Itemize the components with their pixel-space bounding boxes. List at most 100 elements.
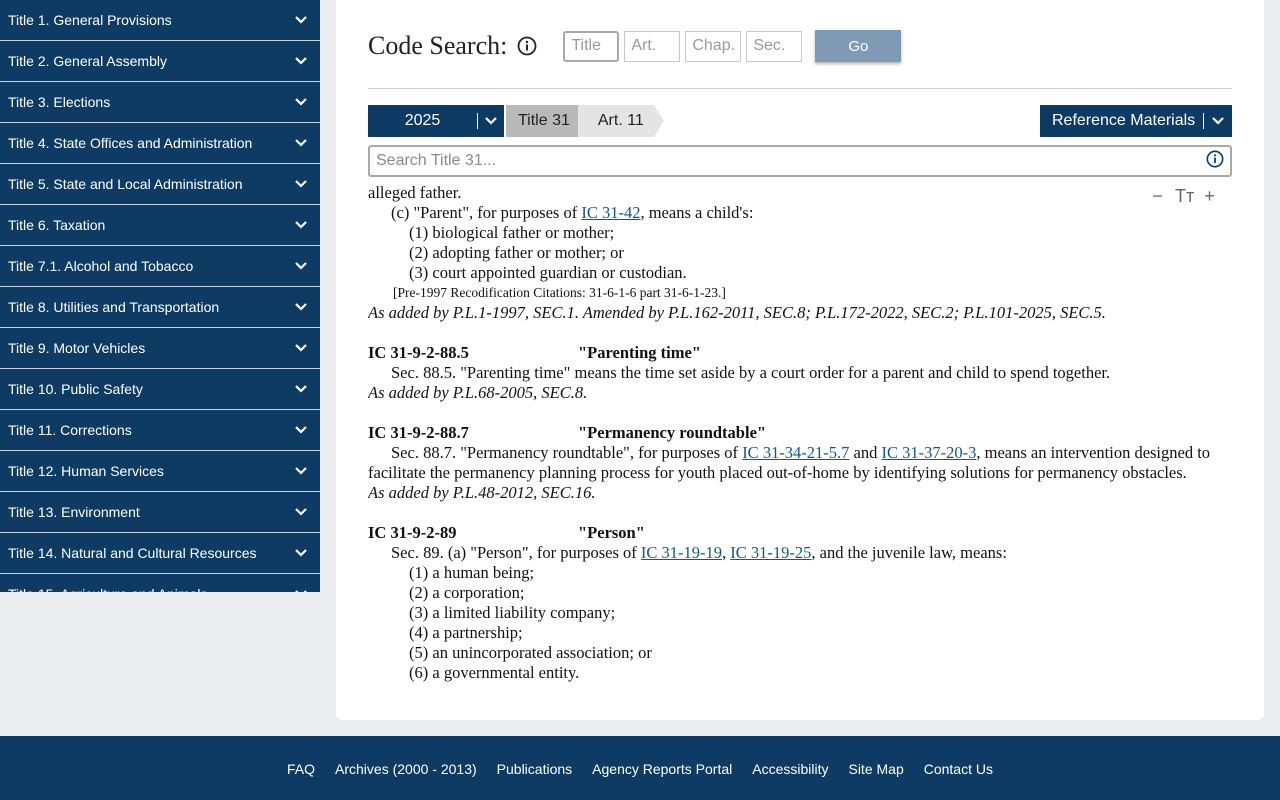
sidebar-item[interactable]: Title 7.1. Alcohol and Tobacco	[0, 246, 320, 287]
chapter-input[interactable]: Chap.	[685, 30, 742, 62]
code-link[interactable]: IC 31-19-25	[730, 543, 811, 562]
sidebar-item[interactable]: Title 10. Public Safety	[0, 369, 320, 410]
footer-link[interactable]: Publications	[497, 761, 573, 777]
year-select[interactable]: 2025	[368, 105, 504, 137]
code-line: (2) a corporation;	[409, 583, 525, 602]
code-line: (4) a partnership;	[409, 623, 523, 642]
title-search-input[interactable]: Search Title 31...	[368, 145, 1232, 177]
chevron-down-icon	[294, 546, 308, 560]
chevron-down-icon	[478, 116, 504, 126]
sidebar-item[interactable]: Title 6. Taxation	[0, 205, 320, 246]
footer-link[interactable]: Contact Us	[924, 761, 993, 777]
footer-link[interactable]: Site Map	[848, 761, 903, 777]
section-body: Sec. 88.7. "Permanency roundtable", for …	[368, 443, 1211, 482]
code-link[interactable]: IC 31-19-19	[641, 543, 722, 562]
sidebar-item-label: Title 4. State Offices and Administratio…	[8, 135, 253, 151]
code-line: alleged father.	[368, 183, 462, 202]
article-input[interactable]: Art.	[624, 30, 681, 62]
footer-link[interactable]: Archives (2000 - 2013)	[335, 761, 477, 777]
breadcrumb-title[interactable]: Title 31	[506, 105, 588, 137]
sidebar-item-label: Title 2. General Assembly	[8, 53, 167, 69]
chevron-down-icon	[294, 54, 308, 68]
breadcrumb: 2025 Title 31 Art. 11	[368, 105, 664, 137]
code-link[interactable]: IC 31-34-21-5.7	[742, 443, 849, 462]
sidebar-item-label: Title 14. Natural and Cultural Resources	[8, 545, 257, 561]
section-title: "Parenting time"	[578, 343, 701, 362]
sidebar-item[interactable]: Title 4. State Offices and Administratio…	[0, 123, 320, 164]
go-button[interactable]: Go	[815, 30, 902, 62]
code-line: (1) a human being;	[409, 563, 535, 582]
section-heading: IC 31-9-2-88.5 "Parenting time"	[368, 343, 1232, 363]
recodification-citation: [Pre-1997 Recodification Citations: 31-6…	[393, 285, 726, 300]
info-icon[interactable]	[1206, 150, 1224, 173]
info-icon[interactable]	[517, 36, 537, 56]
code-line: (3) court appointed guardian or custodia…	[409, 263, 687, 282]
sidebar-item[interactable]: Title 8. Utilities and Transportation	[0, 287, 320, 328]
sidebar-item-label: Title 13. Environment	[8, 504, 140, 520]
history-line: As added by P.L.48-2012, SEC.16.	[368, 483, 596, 502]
chevron-down-icon	[294, 382, 308, 396]
breadcrumb-article[interactable]: Art. 11	[577, 105, 664, 137]
footer-links: FAQ Archives (2000 - 2013) Publications Age…	[0, 736, 1280, 777]
section-input[interactable]: Sec.	[746, 30, 803, 62]
sidebar-item[interactable]: Title 12. Human Services	[0, 451, 320, 492]
chevron-down-icon	[294, 259, 308, 273]
section-number: IC 31-9-2-89	[368, 523, 457, 542]
history-line: As added by P.L.1-1997, SEC.1. Amended b…	[368, 303, 1106, 322]
sidebar-item[interactable]: Title 3. Elections	[0, 82, 320, 123]
section-heading: IC 31-9-2-89 "Person"	[368, 523, 1232, 543]
footer-link[interactable]: Accessibility	[752, 761, 828, 777]
sidebar-item-label: Title 3. Elections	[8, 94, 111, 110]
chevron-down-icon	[294, 341, 308, 355]
section-title: "Permanency roundtable"	[578, 423, 767, 442]
sidebar-item[interactable]: Title 14. Natural and Cultural Resources	[0, 533, 320, 574]
footer-link[interactable]: Agency Reports Portal	[592, 761, 732, 777]
sidebar-item-label: Title 7.1. Alcohol and Tobacco	[8, 258, 194, 274]
reference-materials-dropdown[interactable]: Reference Materials	[1040, 105, 1232, 137]
sidebar-item-label: Title 8. Utilities and Transportation	[8, 299, 220, 315]
code-line: (c) "Parent", for purposes of IC 31-42, …	[391, 203, 754, 222]
code-link[interactable]: IC 31-37-20-3	[882, 443, 977, 462]
chevron-down-icon	[294, 587, 308, 592]
sidebar-item[interactable]: Title 15. Agriculture and Animals	[0, 574, 320, 592]
code-line: (1) biological father or mother;	[409, 223, 615, 242]
chevron-down-icon	[1204, 116, 1232, 126]
chevron-down-icon	[294, 95, 308, 109]
chevron-down-icon	[294, 218, 308, 232]
sidebar-item-label: Title 12. Human Services	[8, 463, 164, 479]
code-text: alleged father. (c) "Parent", for purpos…	[368, 183, 1232, 687]
sidebar-item-label: Title 10. Public Safety	[8, 381, 143, 397]
chevron-down-icon	[294, 505, 308, 519]
increase-font-button[interactable]: +	[1201, 186, 1218, 207]
year-value: 2025	[404, 112, 441, 129]
chevron-down-icon	[294, 423, 308, 437]
footer-link[interactable]: FAQ	[287, 761, 315, 777]
title-input[interactable]: Title	[563, 30, 620, 62]
sidebar-item[interactable]: Title 11. Corrections	[0, 410, 320, 451]
sidebar-item[interactable]: Title 1. General Provisions	[0, 0, 320, 41]
section-title: "Person"	[578, 523, 645, 542]
chevron-down-icon	[294, 136, 308, 150]
code-search-title: Code Search:	[368, 31, 508, 60]
section-number: IC 31-9-2-88.7	[368, 423, 469, 442]
section-body: Sec. 89. (a) "Person", for purposes of I…	[391, 543, 1007, 562]
section-body: Sec. 88.5. "Parenting time" means the ti…	[391, 363, 1111, 382]
sidebar-item[interactable]: Title 2. General Assembly	[0, 41, 320, 82]
section-number: IC 31-9-2-88.5	[368, 343, 469, 362]
font-size-icon[interactable]: Tт	[1175, 186, 1194, 207]
sidebar-item-label: Title 6. Taxation	[8, 217, 106, 233]
code-search-row: Code Search: Title Art. Chap. Sec. Go	[368, 30, 902, 62]
code-line: (2) adopting father or mother; or	[409, 243, 624, 262]
sidebar-item[interactable]: Title 13. Environment	[0, 492, 320, 533]
sidebar-item[interactable]: Title 5. State and Local Administration	[0, 164, 320, 205]
sidebar-item[interactable]: Title 9. Motor Vehicles	[0, 328, 320, 369]
sidebar-title-list: Title 1. General Provisions Title 2. Gene…	[0, 0, 320, 592]
chevron-down-icon	[294, 300, 308, 314]
code-link[interactable]: IC 31-42	[581, 203, 640, 222]
title-search-placeholder: Search Title 31...	[376, 152, 497, 169]
main-card: Code Search: Title Art. Chap. Sec. Go 20…	[336, 0, 1264, 720]
code-line: (5) an unincorporated association; or	[409, 643, 652, 662]
decrease-font-button[interactable]: −	[1149, 186, 1166, 207]
sidebar-item-label: Title 5. State and Local Administration	[8, 176, 243, 192]
font-size-tools: − Tт +	[1149, 186, 1218, 207]
